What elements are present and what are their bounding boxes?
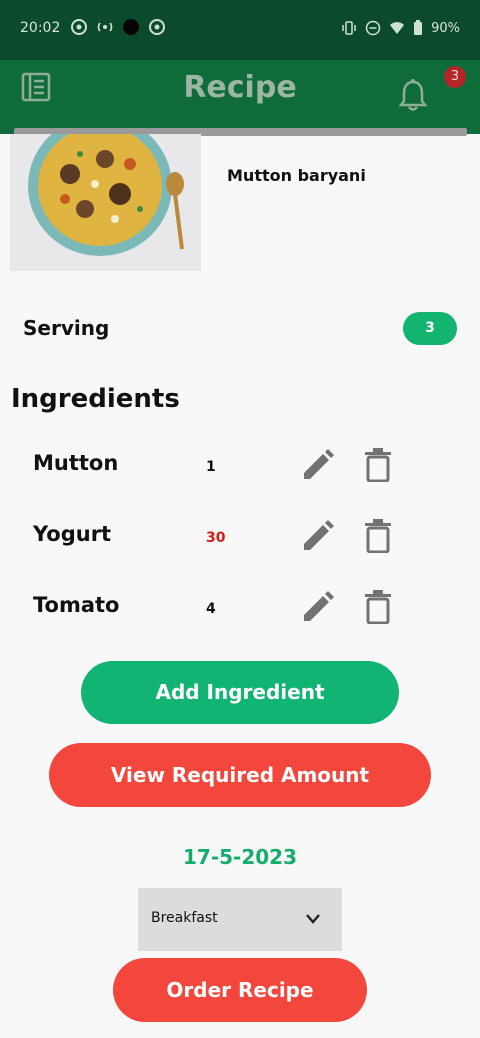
- serving-label: Serving: [23, 316, 110, 340]
- edit-icon[interactable]: [301, 448, 335, 482]
- ingredient-qty: 4: [206, 601, 216, 617]
- target-icon-2: [149, 19, 165, 35]
- ingredient-name: Yogurt: [33, 522, 112, 546]
- hotspot-icon: [97, 22, 113, 32]
- delete-icon[interactable]: [364, 519, 392, 553]
- add-ingredient-button[interactable]: Add Ingredient: [81, 661, 399, 724]
- dot-icon: [123, 19, 139, 35]
- edit-icon[interactable]: [301, 590, 335, 624]
- status-time: 20:02: [20, 20, 61, 36]
- delete-icon[interactable]: [364, 590, 392, 624]
- biryani-image: [10, 134, 201, 271]
- serving-badge[interactable]: 3: [403, 312, 457, 345]
- recipe-image: [10, 134, 201, 271]
- meal-select-value: Breakfast: [151, 910, 218, 926]
- status-right: 90%: [341, 20, 460, 36]
- ingredient-row: Mutton 1: [0, 443, 480, 493]
- ingredient-name: Tomato: [33, 593, 120, 617]
- chevron-down-icon: [306, 914, 320, 924]
- status-bar: 20:02 90%: [0, 0, 480, 60]
- ingredient-row: Yogurt 30: [0, 514, 480, 564]
- wifi-icon: [390, 22, 405, 34]
- ingredients-title: Ingredients: [11, 384, 180, 414]
- ingredient-name: Mutton: [33, 451, 119, 475]
- meal-select[interactable]: Breakfast: [138, 888, 342, 951]
- date-text[interactable]: 17-5-2023: [0, 845, 480, 869]
- app-bar: Recipe 3: [0, 60, 480, 134]
- edit-icon[interactable]: [301, 519, 335, 553]
- ingredient-qty: 1: [206, 459, 216, 475]
- view-required-amount-button[interactable]: View Required Amount: [49, 743, 431, 807]
- bell-icon[interactable]: [397, 78, 429, 112]
- dnd-icon: [365, 20, 381, 36]
- battery-icon: [414, 20, 423, 35]
- ingredient-row: Tomato 4: [0, 585, 480, 635]
- battery-percent: 90%: [431, 20, 460, 36]
- target-icon: [71, 19, 87, 35]
- status-icons: [70, 18, 166, 36]
- vibrate-icon: [342, 21, 356, 35]
- notification-badge: 3: [444, 66, 466, 88]
- ingredient-qty: 30: [206, 530, 226, 546]
- delete-icon[interactable]: [364, 448, 392, 482]
- order-recipe-button[interactable]: Order Recipe: [113, 958, 367, 1022]
- recipe-name: Mutton baryani: [227, 166, 366, 185]
